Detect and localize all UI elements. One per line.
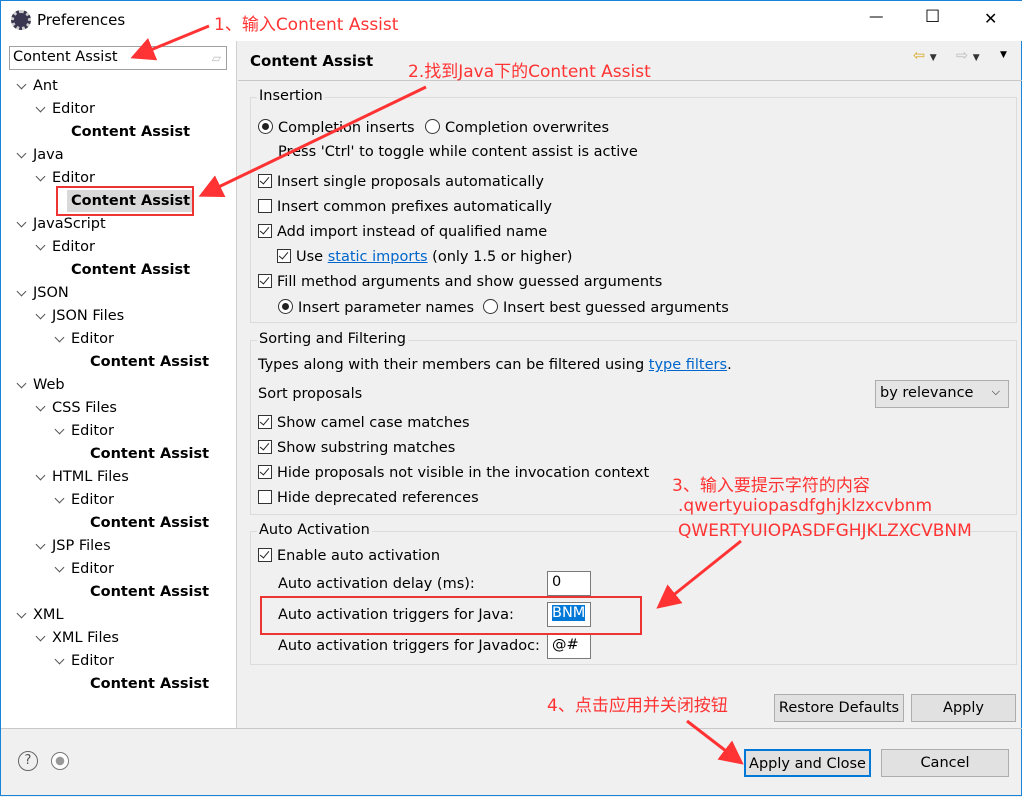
annotation-arrows [130,24,744,765]
arrow-step3 [656,539,742,609]
arrow-step4 [686,719,744,765]
arrow-step2 [198,85,427,197]
arrow-step1 [130,24,210,61]
